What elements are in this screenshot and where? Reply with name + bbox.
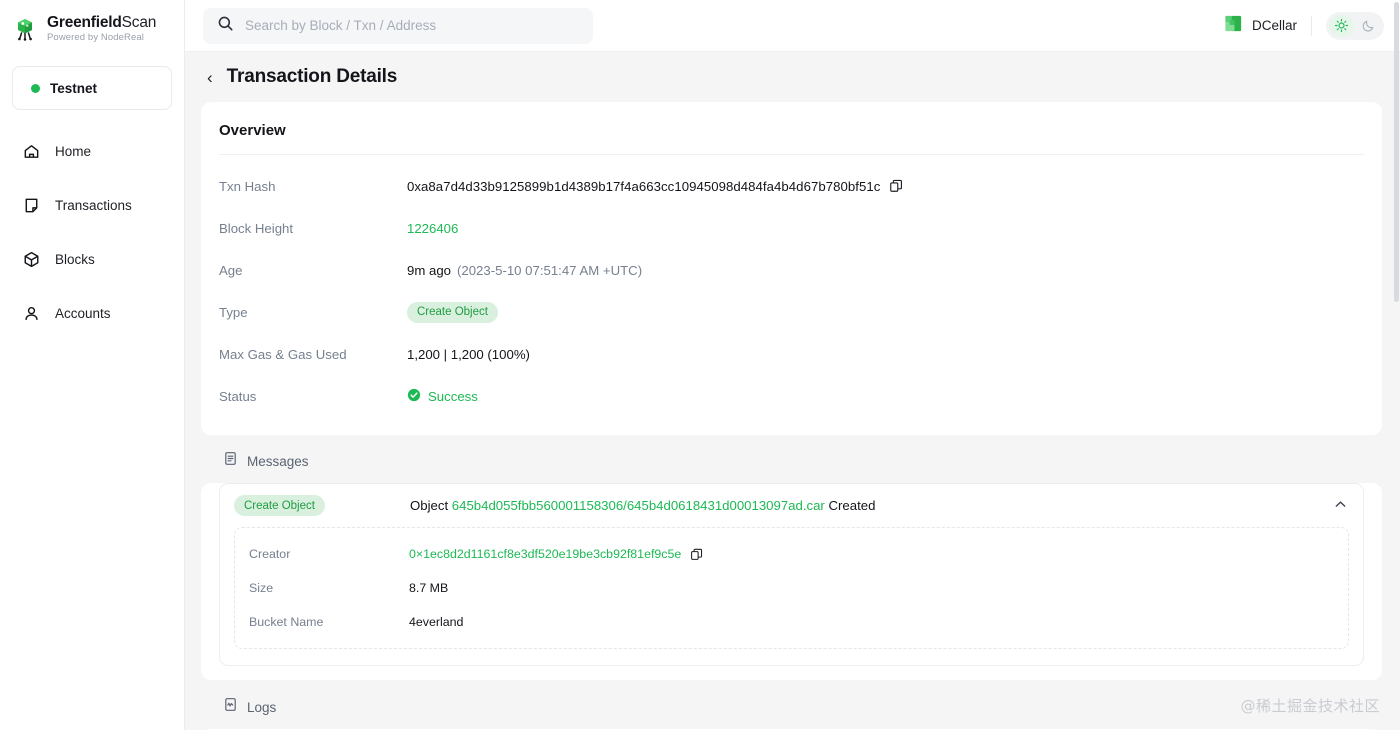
brand-tagline: Powered by NodeReal [47, 32, 144, 44]
chevron-up-icon[interactable] [1334, 498, 1347, 514]
detail-row: Size 8.7 MB [235, 571, 1348, 605]
age-relative: 9m ago [407, 262, 451, 278]
sidebar-item-accounts[interactable]: Accounts [0, 294, 184, 332]
sidebar-item-label: Home [55, 143, 92, 159]
row-label: Age [219, 262, 243, 278]
topbar-right: DCellar [1223, 11, 1384, 40]
search-icon [217, 15, 234, 37]
scrollbar-thumb[interactable] [1394, 2, 1399, 302]
sun-icon[interactable] [1329, 14, 1354, 37]
document-icon [22, 196, 41, 215]
topbar: DCellar [185, 0, 1400, 52]
divider [219, 154, 1364, 155]
message-header[interactable]: Create Object Object 645b4d055fbb5600011… [220, 484, 1363, 527]
row-value: 0xa8a7d4d33b9125899b1d4389b17f4a663cc109… [407, 179, 903, 194]
detail-value: 8.7 MB [409, 581, 449, 595]
home-icon [22, 142, 41, 161]
sidebar-item-blocks[interactable]: Blocks [0, 240, 184, 278]
sidebar-item-label: Blocks [55, 251, 95, 267]
messages-section-title: Messages [247, 453, 309, 469]
watermark: @稀土掘金技术社区 [1240, 697, 1380, 715]
overview-title: Overview [219, 122, 286, 139]
age-absolute: (2023-5-10 07:51:47 AM +UTC) [457, 262, 643, 278]
message-doc-icon [223, 451, 238, 471]
object-link[interactable]: 645b4d055fbb560001158306/645b4d0618431d0… [452, 498, 825, 513]
content-scroll: Overview Txn Hash 0xa8a7d4d33b9125899b1d… [185, 102, 1400, 730]
detail-row: Creator 0×1ec8d2d1161cf8e3df520e19be3cb9… [235, 537, 1348, 571]
sidebar-item-home[interactable]: Home [0, 132, 184, 170]
app-root: GreenfieldScan Powered by NodeReal Testn… [0, 0, 1400, 730]
search-input[interactable] [245, 18, 579, 33]
block-height-value[interactable]: 1226406 [407, 221, 458, 236]
greenfield-cube-logo-icon [12, 16, 38, 42]
page-header: ‹ Transaction Details [185, 52, 1400, 102]
network-status-dot [31, 83, 40, 93]
copy-icon[interactable] [889, 179, 903, 193]
status-text: Success [428, 388, 478, 404]
message-text: Object 645b4d055fbb560001158306/645b4d06… [410, 498, 875, 513]
logs-icon [223, 697, 238, 717]
detail-row: Bucket Name 4everland [235, 605, 1348, 639]
overview-card: Overview Txn Hash 0xa8a7d4d33b9125899b1d… [201, 102, 1382, 435]
cube-icon [22, 250, 41, 269]
chevron-left-icon[interactable]: ‹ [207, 69, 213, 86]
row-label: Type [219, 304, 248, 320]
logs-section-title: Logs [247, 699, 277, 715]
moon-icon[interactable] [1356, 15, 1381, 37]
status-badge: Success [407, 388, 478, 405]
table-row: Max Gas & Gas Used 1,200 | 1,200 (100%) [201, 333, 1382, 375]
sidebar-item-transactions[interactable]: Transactions [0, 186, 184, 224]
row-label: Max Gas & Gas Used [219, 346, 347, 362]
logs-section-header: Logs [201, 680, 1382, 729]
check-circle-icon [407, 388, 421, 405]
message-text-suffix: Created [824, 498, 876, 513]
row-label: Status [219, 388, 257, 404]
brand-title: GreenfieldScan [47, 14, 157, 31]
table-row: Age 9m ago (2023-5-10 07:51:47 AM +UTC) [201, 249, 1382, 291]
table-row: Type Create Object [201, 291, 1382, 333]
row-label: Block Height [219, 220, 294, 236]
detail-value: 4everland [409, 615, 464, 629]
table-row: Txn Hash 0xa8a7d4d33b9125899b1d4389b17f4… [201, 165, 1382, 207]
search-box[interactable] [203, 7, 593, 44]
message-details: Creator 0×1ec8d2d1161cf8e3df520e19be3cb9… [234, 527, 1349, 649]
age-value: 9m ago (2023-5-10 07:51:47 AM +UTC) [407, 263, 642, 278]
divider [1311, 15, 1312, 36]
brand[interactable]: GreenfieldScan Powered by NodeReal [0, 0, 184, 43]
detail-label: Bucket Name [249, 615, 324, 629]
dcellar-label: DCellar [1251, 18, 1297, 33]
sidebar-nav: Home Transactions Blocks Accounts [0, 132, 184, 348]
page-scrollbar[interactable] [1393, 0, 1400, 730]
main-area: DCellar [185, 0, 1400, 730]
detail-value: 0×1ec8d2d1161cf8e3df520e19be3cb92f81ef9c… [409, 547, 703, 561]
message-text-prefix: Object [410, 498, 452, 513]
user-icon [22, 304, 41, 323]
sidebar-item-label: Accounts [55, 305, 111, 321]
sidebar: GreenfieldScan Powered by NodeReal Testn… [0, 0, 185, 730]
theme-toggle[interactable] [1326, 11, 1384, 40]
network-selector[interactable]: Testnet [12, 66, 172, 111]
message-badge-wrap: Create Object [234, 495, 410, 516]
messages-section-header: Messages [201, 435, 1382, 483]
message-type-badge: Create Object [234, 495, 325, 516]
txn-hash-value: 0xa8a7d4d33b9125899b1d4389b17f4a663cc109… [407, 178, 881, 194]
type-badge: Create Object [407, 301, 498, 323]
table-row: Block Height 1226406 [201, 207, 1382, 249]
detail-label: Size [249, 581, 274, 595]
page-title: Transaction Details [226, 66, 398, 87]
detail-label: Creator [249, 547, 291, 561]
network-label: Testnet [50, 80, 98, 96]
row-label: Txn Hash [219, 178, 276, 194]
table-row: Status Success [201, 375, 1382, 417]
dcellar-link[interactable]: DCellar [1223, 13, 1297, 39]
creator-address[interactable]: 0×1ec8d2d1161cf8e3df520e19be3cb92f81ef9c… [409, 547, 681, 561]
copy-icon[interactable] [690, 548, 703, 561]
gas-value: 1,200 | 1,200 (100%) [407, 346, 530, 362]
message-item: Create Object Object 645b4d055fbb5600011… [219, 483, 1364, 666]
messages-card: Create Object Object 645b4d055fbb5600011… [201, 483, 1382, 680]
sidebar-item-label: Transactions [55, 197, 132, 213]
dcellar-logo-icon [1223, 13, 1244, 39]
